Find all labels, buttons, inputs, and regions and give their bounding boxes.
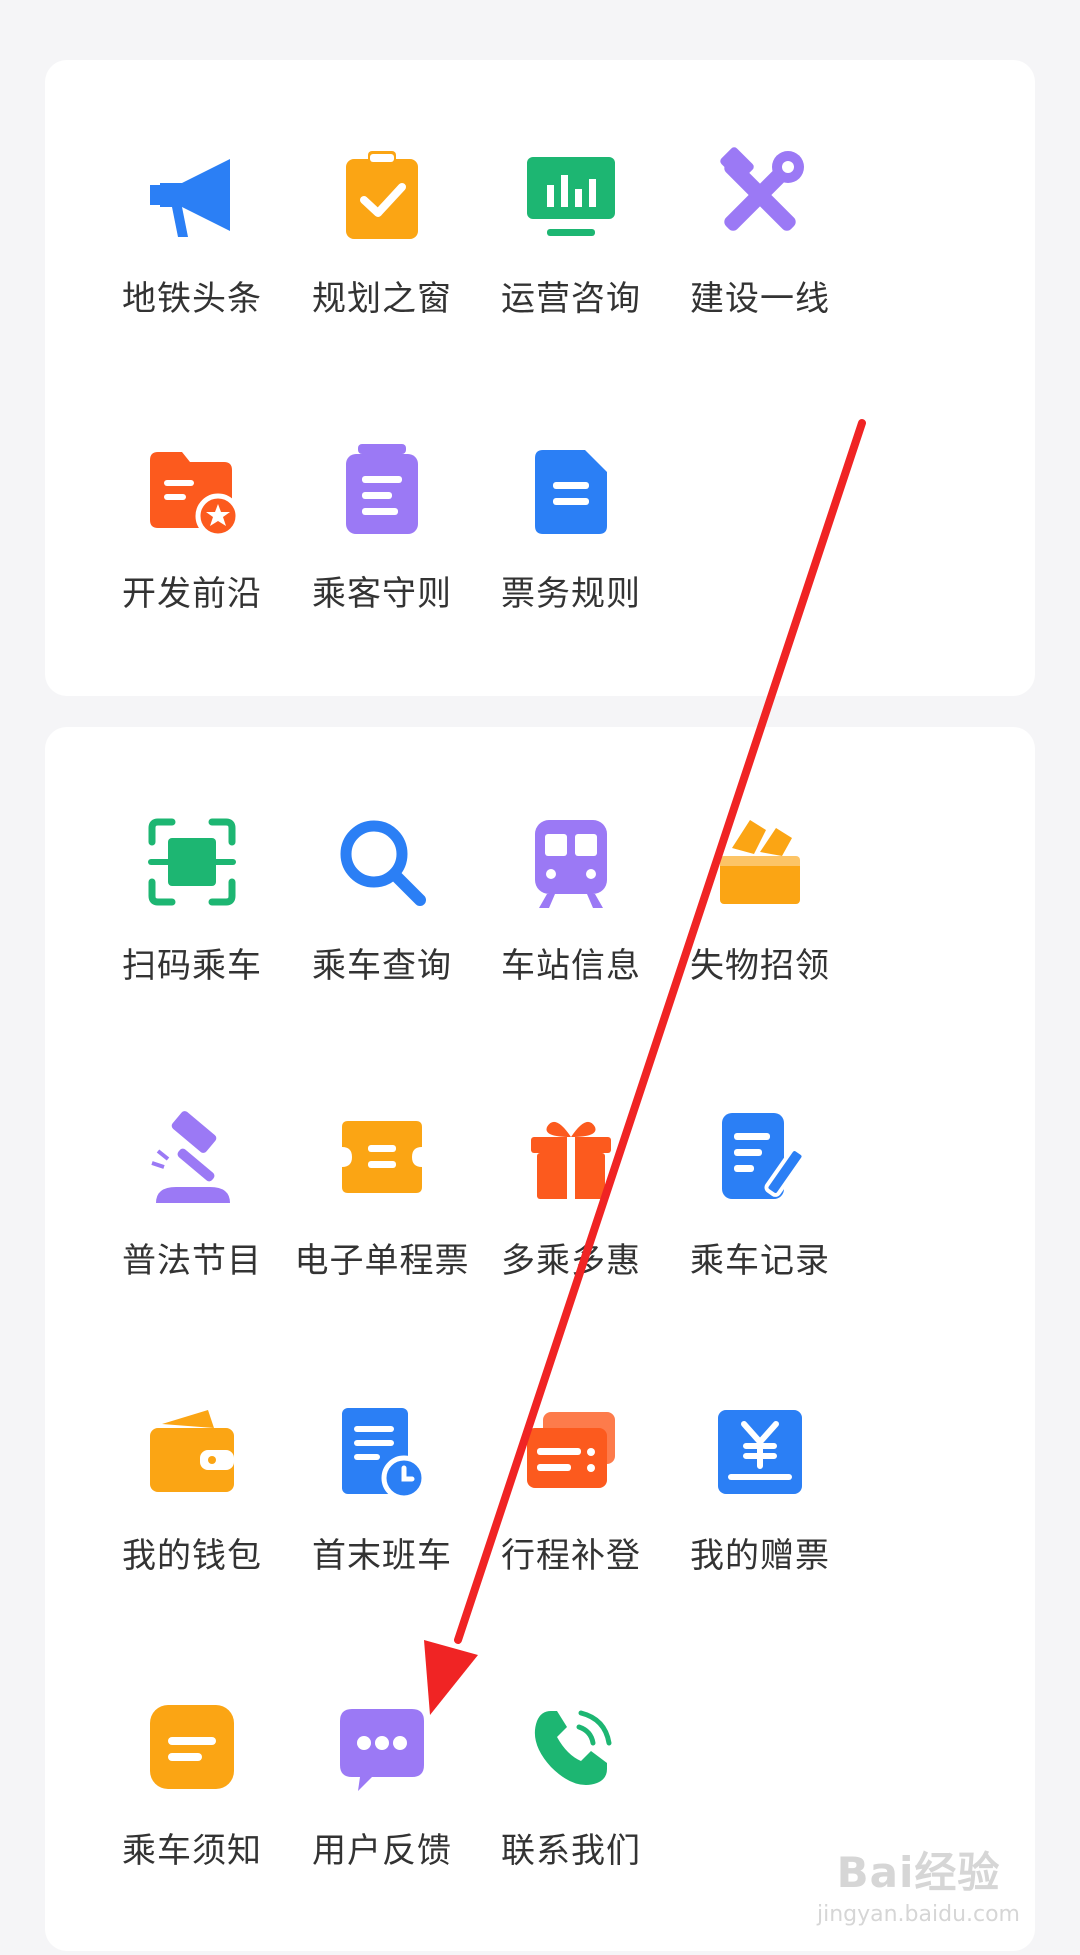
menu-item-label: 开发前沿 xyxy=(122,574,262,614)
wallet-icon xyxy=(142,1402,242,1502)
menu-item-label: 行程补登 xyxy=(501,1536,641,1576)
menu-item[interactable]: 失物招领 xyxy=(642,777,878,987)
menu-item-label: 普法节目 xyxy=(122,1241,262,1281)
menu-item[interactable]: 联系我们 xyxy=(453,1662,689,1872)
menu-item-label: 乘客守则 xyxy=(312,574,452,614)
train-icon xyxy=(521,812,621,912)
record-edit-icon xyxy=(710,1107,810,1207)
menu-item-label: 我的赠票 xyxy=(690,1536,830,1576)
menu-item-label: 规划之窗 xyxy=(312,279,452,319)
schedule-icon xyxy=(332,1402,432,1502)
menu-item-label: 扫码乘车 xyxy=(122,946,262,986)
menu-item[interactable]: 票务规则 xyxy=(453,405,689,615)
menu-item[interactable]: 乘车记录 xyxy=(642,1072,878,1282)
menu-item-label: 首末班车 xyxy=(312,1536,452,1576)
gavel-icon xyxy=(142,1107,242,1207)
monitor-chart-icon xyxy=(521,145,621,245)
gift-icon xyxy=(521,1107,621,1207)
search-icon xyxy=(332,812,432,912)
menu-item-label: 车站信息 xyxy=(501,946,641,986)
menu-item-label: 票务规则 xyxy=(501,574,641,614)
menu-item-label: 我的钱包 xyxy=(122,1536,262,1576)
phone-icon xyxy=(521,1697,621,1797)
menu-item-label: 电子单程票 xyxy=(294,1241,470,1281)
menu-item-label: 用户反馈 xyxy=(312,1831,452,1871)
watermark-logo: Bai经验 jingyan.baidu.com xyxy=(817,1839,1020,1927)
scan-icon xyxy=(142,812,242,912)
menu-item-label: 运营咨询 xyxy=(501,279,641,319)
yuan-ticket-icon xyxy=(710,1402,810,1502)
document-icon xyxy=(521,440,621,540)
card-top-features: 地铁头条 规划之窗 运营咨询 建设一线开发前沿 乘客守则 票务规则 xyxy=(45,60,1035,696)
menu-item-label: 联系我们 xyxy=(501,1831,641,1871)
cards-icon xyxy=(521,1402,621,1502)
card-services: 扫码乘车 乘车查询 车站信息 失物招领普法节目 电子单程票 多乘多惠 乘车记录我的钱包 首末班… xyxy=(45,727,1035,1951)
menu-item-label: 失物招领 xyxy=(690,946,830,986)
notice-icon xyxy=(142,1697,242,1797)
tools-icon xyxy=(710,145,810,245)
menu-item-label: 乘车须知 xyxy=(122,1831,262,1871)
menu-item-label: 乘车查询 xyxy=(312,946,452,986)
ticket-icon xyxy=(332,1107,432,1207)
megaphone-icon xyxy=(142,145,242,245)
chat-bubble-icon xyxy=(332,1697,432,1797)
menu-item-label: 乘车记录 xyxy=(690,1241,830,1281)
notepad-icon xyxy=(332,440,432,540)
menu-item-label: 建设一线 xyxy=(690,279,830,319)
menu-item[interactable]: 我的赠票 xyxy=(642,1367,878,1577)
menu-item-label: 地铁头条 xyxy=(122,279,262,319)
clipboard-check-icon xyxy=(332,145,432,245)
star-folder-icon xyxy=(142,440,242,540)
watermark-url: jingyan.baidu.com xyxy=(816,1902,1020,1927)
menu-item[interactable]: 建设一线 xyxy=(642,110,878,320)
lost-box-icon xyxy=(710,812,810,912)
menu-item-label: 多乘多惠 xyxy=(501,1241,641,1281)
watermark-brand: Bai经验 xyxy=(836,1848,1001,1897)
